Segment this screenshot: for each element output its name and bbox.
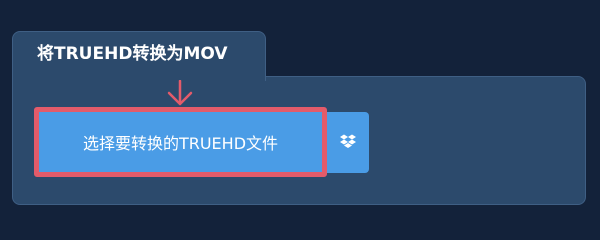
converter-tab: 将TRUEHD转换为MOV [12, 31, 266, 81]
arrow-down-icon [167, 80, 193, 106]
choose-file-button[interactable]: 选择要转换的TRUEHD文件 [34, 107, 327, 177]
dropbox-icon [340, 134, 356, 148]
choose-file-label: 选择要转换的TRUEHD文件 [82, 134, 279, 153]
tab-title: 将TRUEHD转换为MOV [37, 44, 228, 64]
dropbox-button[interactable] [321, 112, 369, 173]
